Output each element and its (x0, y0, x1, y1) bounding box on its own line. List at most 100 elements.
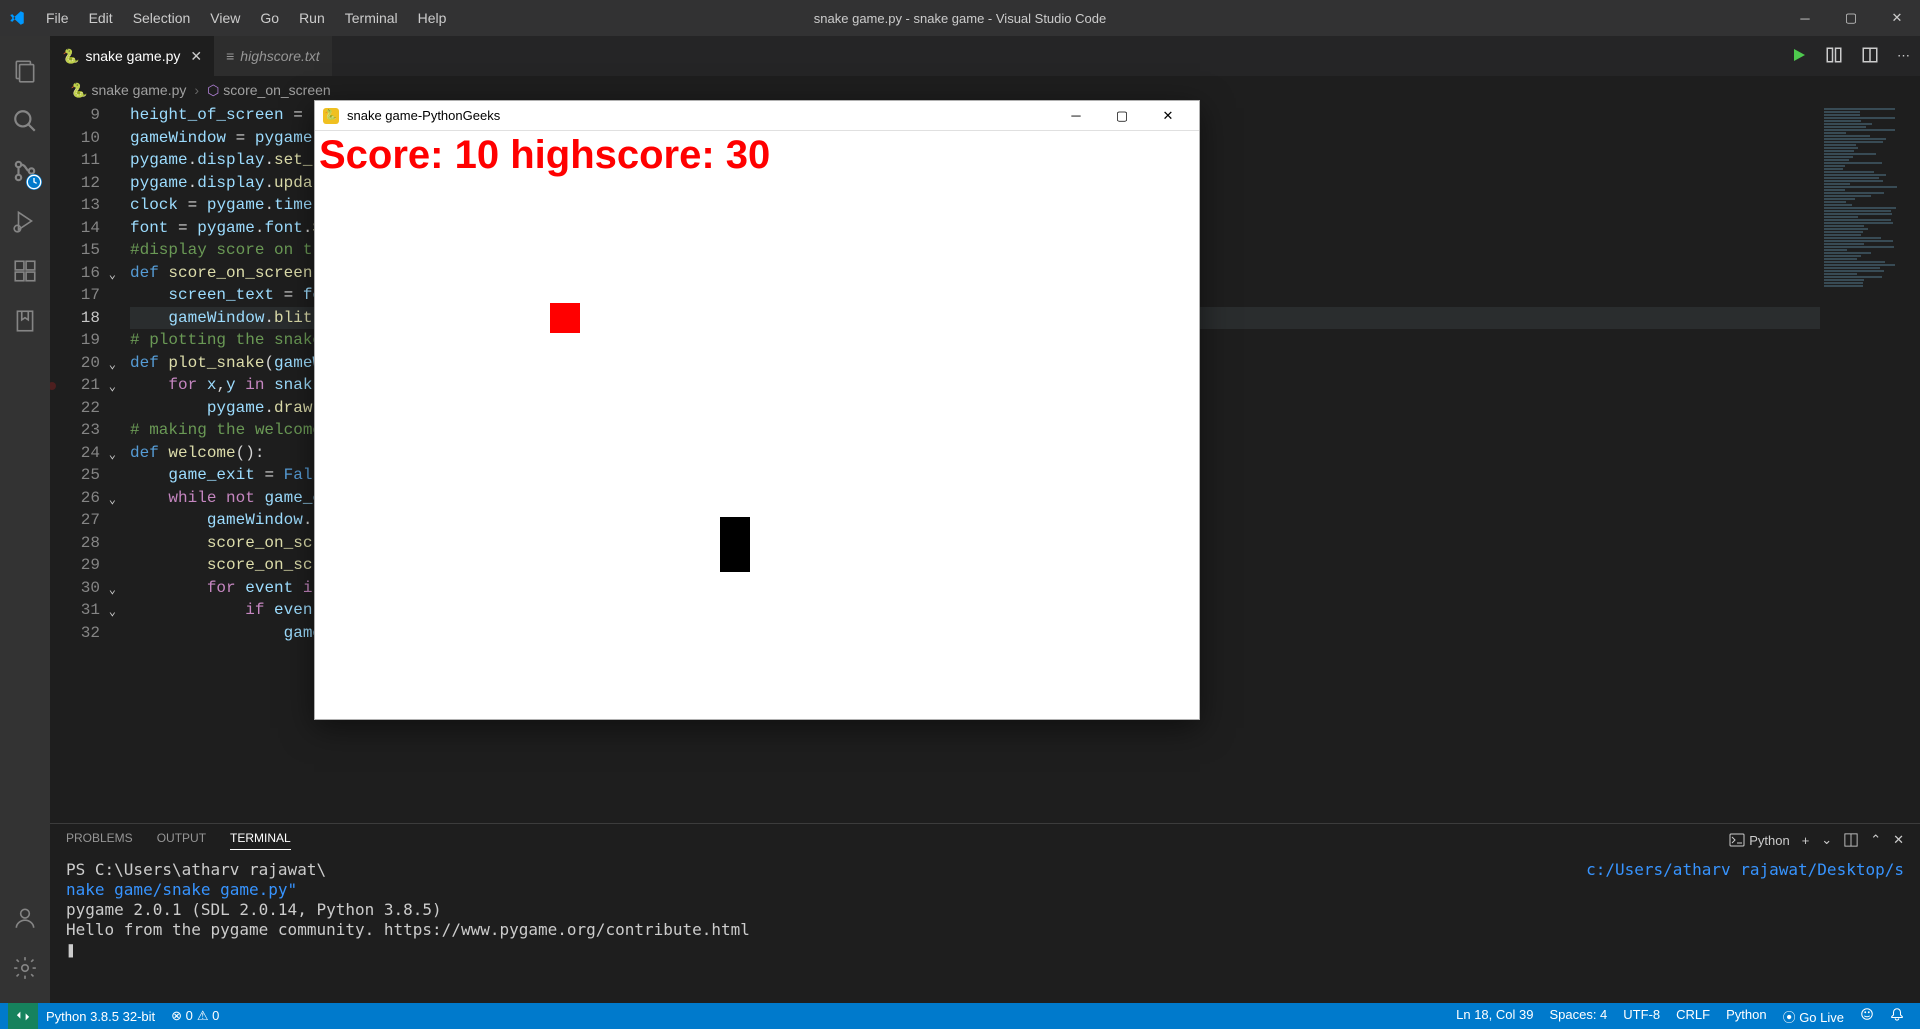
settings-gear-icon[interactable] (0, 943, 50, 993)
new-terminal-icon[interactable]: + (1802, 833, 1810, 848)
score-display: Score: 10 highscore: 30 (319, 133, 770, 178)
line-number: 12 (50, 172, 100, 195)
fold-chevron-icon[interactable]: ⌄ (109, 264, 116, 287)
indentation[interactable]: Spaces: 4 (1541, 1007, 1615, 1022)
python-interpreter[interactable]: Python 3.8.5 32-bit (38, 1003, 163, 1029)
line-number: 18 (50, 307, 100, 330)
tab-label: highscore.txt (240, 48, 319, 64)
menu-file[interactable]: File (36, 6, 79, 30)
line-number: 22 (50, 397, 100, 420)
line-number: 13 (50, 194, 100, 217)
python-icon: 🐍 (70, 82, 87, 99)
split-terminal-icon[interactable] (1844, 833, 1858, 847)
more-actions-icon[interactable]: ⋯ (1897, 48, 1910, 64)
breadcrumb-symbol[interactable]: score_on_screen (223, 82, 330, 98)
line-number: 25 (50, 464, 100, 487)
language-mode[interactable]: Python (1718, 1007, 1774, 1022)
pygame-title: snake game-PythonGeeks (347, 108, 500, 123)
fold-chevron-icon[interactable]: ⌄ (109, 579, 116, 602)
run-debug-icon[interactable] (0, 196, 50, 246)
feedback-icon[interactable] (1852, 1007, 1882, 1021)
pygame-close-button[interactable]: ✕ (1145, 101, 1191, 131)
food-square (550, 303, 580, 333)
terminal-output[interactable]: PS C:\Users\atharv rajawat\c:/Users/atha… (50, 856, 1920, 1003)
menu-edit[interactable]: Edit (79, 6, 123, 30)
eol[interactable]: CRLF (1668, 1007, 1718, 1022)
breadcrumb-file[interactable]: snake game.py (91, 82, 186, 98)
explorer-icon[interactable] (0, 46, 50, 96)
menu-help[interactable]: Help (408, 6, 457, 30)
remote-indicator[interactable] (8, 1003, 38, 1029)
fold-chevron-icon[interactable]: ⌄ (109, 444, 116, 467)
account-icon[interactable] (0, 893, 50, 943)
pygame-icon: 🐍 (323, 108, 339, 124)
window-controls: ─ ▢ ✕ (1782, 0, 1920, 36)
problems-count[interactable]: ⊗ 0 ⚠ 0 (163, 1003, 227, 1029)
vscode-logo-icon (8, 9, 26, 27)
terminal-type-label: Python (1749, 833, 1789, 848)
terminal-line: nake game/snake game.py" (66, 880, 1904, 900)
line-number: 15 (50, 239, 100, 262)
cursor-position[interactable]: Ln 18, Col 39 (1448, 1007, 1541, 1022)
pygame-titlebar[interactable]: 🐍 snake game-PythonGeeks ─ ▢ ✕ (315, 101, 1199, 131)
pygame-minimize-button[interactable]: ─ (1053, 101, 1099, 131)
line-number: 32 (50, 622, 100, 645)
menu-view[interactable]: View (200, 6, 250, 30)
notifications-bell-icon[interactable] (1882, 1007, 1912, 1021)
line-number: 31⌄ (50, 599, 100, 622)
menu-selection[interactable]: Selection (123, 6, 201, 30)
line-number: 9 (50, 104, 100, 127)
python-file-icon: 🐍 (62, 48, 79, 65)
editor-tab[interactable]: 🐍 snake game.py ✕ (50, 36, 214, 76)
activity-bar (0, 36, 50, 1003)
tab-label: snake game.py (85, 48, 180, 64)
encoding[interactable]: UTF-8 (1615, 1007, 1668, 1022)
close-window-button[interactable]: ✕ (1874, 0, 1920, 36)
fold-chevron-icon[interactable]: ⌄ (109, 489, 116, 512)
maximize-panel-icon[interactable]: ⌃ (1870, 832, 1881, 848)
extensions-icon[interactable] (0, 246, 50, 296)
search-icon[interactable] (0, 96, 50, 146)
terminal-dropdown-icon[interactable]: ⌄ (1821, 832, 1832, 848)
line-number: 19 (50, 329, 100, 352)
pygame-game-window[interactable]: 🐍 snake game-PythonGeeks ─ ▢ ✕ Score: 10… (314, 100, 1200, 720)
line-number: 16⌄ (50, 262, 100, 285)
bottom-panel: PROBLEMS OUTPUT TERMINAL Python + ⌄ ⌃ ✕ PS… (50, 823, 1920, 1003)
panel-tab-problems[interactable]: PROBLEMS (66, 831, 133, 850)
fold-chevron-icon[interactable]: ⌄ (109, 376, 116, 399)
line-number: 10 (50, 127, 100, 150)
title-bar: FileEditSelectionViewGoRunTerminalHelp s… (0, 0, 1920, 36)
line-number: 21⌄ (50, 374, 100, 397)
source-control-icon[interactable] (0, 146, 50, 196)
chevron-right-icon: › (194, 82, 199, 98)
menu-terminal[interactable]: Terminal (335, 6, 408, 30)
terminal-line: pygame 2.0.1 (SDL 2.0.14, Python 3.8.5) (66, 900, 1904, 920)
panel-tab-terminal[interactable]: TERMINAL (230, 831, 291, 850)
bookmark-icon[interactable] (0, 296, 50, 346)
window-title: snake game.py - snake game - Visual Stud… (814, 11, 1106, 26)
minimap[interactable] (1820, 104, 1920, 823)
breakpoint-icon[interactable] (50, 382, 56, 390)
menu-run[interactable]: Run (289, 6, 335, 30)
fold-chevron-icon[interactable]: ⌄ (109, 601, 116, 624)
fold-chevron-icon[interactable]: ⌄ (109, 354, 116, 377)
run-file-icon[interactable] (1791, 47, 1807, 66)
status-bar: Python 3.8.5 32-bit ⊗ 0 ⚠ 0 Ln 18, Col 3… (0, 1003, 1920, 1029)
terminal-profile-dropdown[interactable]: Python (1729, 832, 1789, 848)
go-live-button[interactable]: ⦿ Go Live (1775, 1007, 1852, 1026)
game-canvas: Score: 10 highscore: 30 (315, 131, 1199, 719)
editor-tab[interactable]: ≡highscore.txt (214, 36, 332, 76)
snake-body (720, 517, 750, 572)
line-number: 28 (50, 532, 100, 555)
pygame-maximize-button[interactable]: ▢ (1099, 101, 1145, 131)
minimize-button[interactable]: ─ (1782, 0, 1828, 36)
maximize-button[interactable]: ▢ (1828, 0, 1874, 36)
panel-tab-output[interactable]: OUTPUT (157, 831, 206, 850)
line-number: 20⌄ (50, 352, 100, 375)
compare-icon[interactable] (1825, 46, 1843, 67)
menu-go[interactable]: Go (250, 6, 289, 30)
terminal-line: ❚ (66, 940, 1904, 960)
close-panel-icon[interactable]: ✕ (1893, 832, 1904, 848)
close-tab-icon[interactable]: ✕ (190, 48, 202, 65)
split-editor-icon[interactable] (1861, 46, 1879, 67)
